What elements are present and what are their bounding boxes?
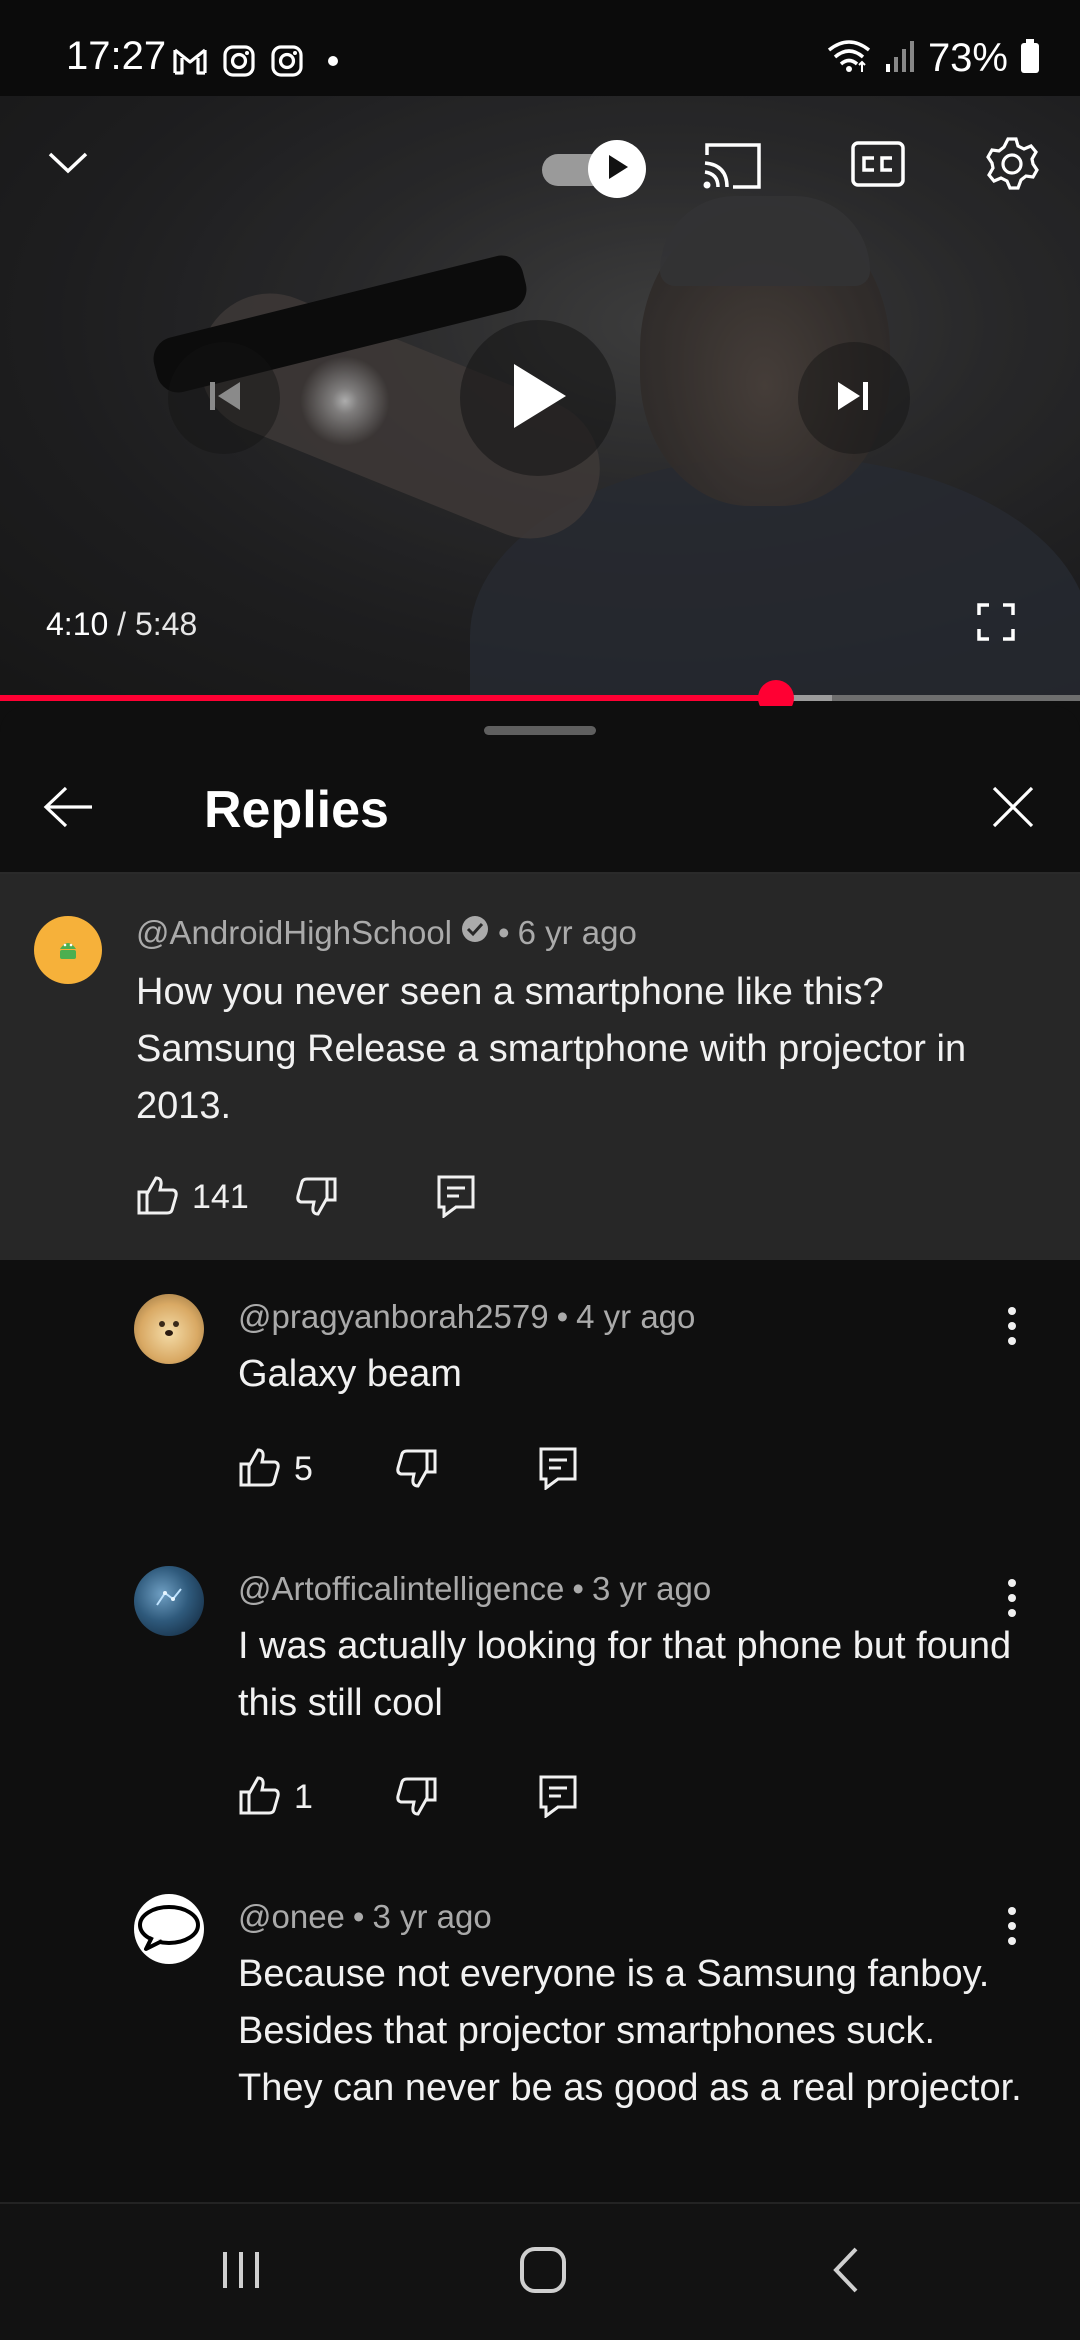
signal-icon xyxy=(884,38,916,79)
comment-text: I was actually looking for that phone bu… xyxy=(238,1625,1012,1724)
reply-comment-icon xyxy=(538,1446,578,1495)
abstract-avatar-icon xyxy=(149,1579,189,1624)
reply-button[interactable] xyxy=(538,1446,578,1495)
replies-panel: Replies @AndroidHighSchool • 6 yr ago Ho… xyxy=(0,706,1080,2202)
arrow-left-icon xyxy=(42,785,94,834)
comment-text: Because not everyone is a Samsung fanboy… xyxy=(238,1953,1022,2109)
thumbs-up-icon xyxy=(136,1174,180,1221)
comment-author[interactable]: @onee xyxy=(238,1898,345,1936)
avatar[interactable] xyxy=(134,1566,204,1636)
dog-face-icon xyxy=(149,1307,189,1352)
dislike-button[interactable] xyxy=(294,1176,338,1223)
replies-header: Replies xyxy=(0,706,1080,874)
thumbs-down-icon xyxy=(294,1176,338,1223)
chevron-left-icon xyxy=(830,2245,860,2300)
duration: 5:48 xyxy=(134,606,198,642)
cast-icon xyxy=(701,141,763,196)
closed-captions-icon xyxy=(850,140,906,193)
thumbs-up-icon xyxy=(238,1446,282,1493)
recent-apps-button[interactable] xyxy=(196,2232,286,2312)
reply-button[interactable] xyxy=(538,1774,578,1823)
like-count: 1 xyxy=(294,1778,313,1816)
comment-time: 6 yr ago xyxy=(517,914,637,951)
comment-time: 3 yr ago xyxy=(372,1898,492,1935)
instagram-icon xyxy=(270,44,304,83)
more-vertical-icon xyxy=(1007,1578,1017,1623)
avatar[interactable] xyxy=(34,916,102,984)
settings-button[interactable] xyxy=(982,136,1042,196)
time-display: 4:10 / 5:48 xyxy=(46,606,197,643)
current-time: 4:10 xyxy=(46,606,109,642)
previous-video-button[interactable] xyxy=(168,342,280,454)
autoplay-toggle[interactable] xyxy=(538,140,646,198)
meta-separator: • xyxy=(572,1570,584,1607)
comment-text: Galaxy beam xyxy=(238,1353,462,1395)
battery-percent: 73% xyxy=(927,36,1008,80)
back-nav-button[interactable] xyxy=(800,2232,890,2312)
avatar[interactable] xyxy=(134,1294,204,1364)
thumbs-up-icon xyxy=(238,1774,282,1821)
comment-text: How you never seen a smartphone like thi… xyxy=(136,971,967,1127)
play-icon xyxy=(506,360,570,437)
status-time: 17:27 xyxy=(66,34,167,78)
more-vertical-icon xyxy=(1007,1906,1017,1951)
gear-icon xyxy=(983,135,1041,198)
more-vertical-icon xyxy=(1007,1306,1017,1351)
next-video-button[interactable] xyxy=(798,342,910,454)
meta-separator: • xyxy=(556,1298,569,1335)
speech-bubble-icon xyxy=(136,1901,202,1958)
close-button[interactable] xyxy=(988,784,1038,834)
meta-separator: • xyxy=(498,914,510,951)
like-button[interactable]: 5 xyxy=(238,1446,313,1493)
battery-icon xyxy=(1020,38,1040,79)
instagram-icon xyxy=(222,44,256,83)
status-bar: 17:27 73% xyxy=(0,0,1080,96)
like-count: 5 xyxy=(294,1450,313,1488)
panel-title: Replies xyxy=(204,781,389,839)
skip-previous-icon xyxy=(204,378,244,419)
like-button[interactable]: 141 xyxy=(136,1174,249,1221)
home-icon xyxy=(518,2245,568,2300)
android-logo-icon xyxy=(53,933,83,968)
reply-comment-icon xyxy=(538,1774,578,1823)
thumbs-down-icon xyxy=(394,1776,438,1823)
thumbs-down-icon xyxy=(394,1448,438,1495)
comment-author[interactable]: @Artofficalintelligence xyxy=(238,1570,564,1608)
fullscreen-icon xyxy=(977,602,1015,646)
captions-button[interactable] xyxy=(850,140,906,192)
reply-button[interactable] xyxy=(436,1174,476,1223)
system-nav-bar xyxy=(0,2202,1080,2340)
avatar[interactable] xyxy=(134,1894,204,1964)
collapse-player-button[interactable] xyxy=(40,140,96,190)
chevron-down-icon xyxy=(47,151,89,180)
comment-author[interactable]: @AndroidHighSchool xyxy=(136,914,452,952)
dislike-button[interactable] xyxy=(394,1776,438,1823)
progress-bar[interactable] xyxy=(0,680,1080,716)
home-button[interactable] xyxy=(498,2232,588,2312)
cast-button[interactable] xyxy=(700,140,764,196)
dot-icon xyxy=(318,46,348,81)
like-count: 141 xyxy=(192,1178,249,1216)
gmail-icon xyxy=(172,46,208,81)
meta-separator: • xyxy=(352,1898,365,1935)
recent-apps-icon xyxy=(217,2248,265,2297)
parent-comment: @AndroidHighSchool • 6 yr ago How you ne… xyxy=(0,874,1080,1260)
back-button[interactable] xyxy=(40,784,96,834)
verified-badge-icon xyxy=(460,914,490,952)
play-icon xyxy=(604,153,630,186)
play-button[interactable] xyxy=(460,320,616,476)
comment-time: 3 yr ago xyxy=(591,1570,712,1607)
time-separator: / xyxy=(108,606,135,642)
comment-author[interactable]: @pragyanborah2579 xyxy=(238,1298,549,1336)
comment-time: 4 yr ago xyxy=(576,1298,696,1335)
close-icon xyxy=(991,785,1035,834)
reply-comment-icon xyxy=(436,1174,476,1223)
wifi-icon xyxy=(826,38,872,79)
like-button[interactable]: 1 xyxy=(238,1774,313,1821)
skip-next-icon xyxy=(834,378,874,419)
dislike-button[interactable] xyxy=(394,1448,438,1495)
played-bar xyxy=(0,695,775,701)
fullscreen-button[interactable] xyxy=(976,602,1016,646)
